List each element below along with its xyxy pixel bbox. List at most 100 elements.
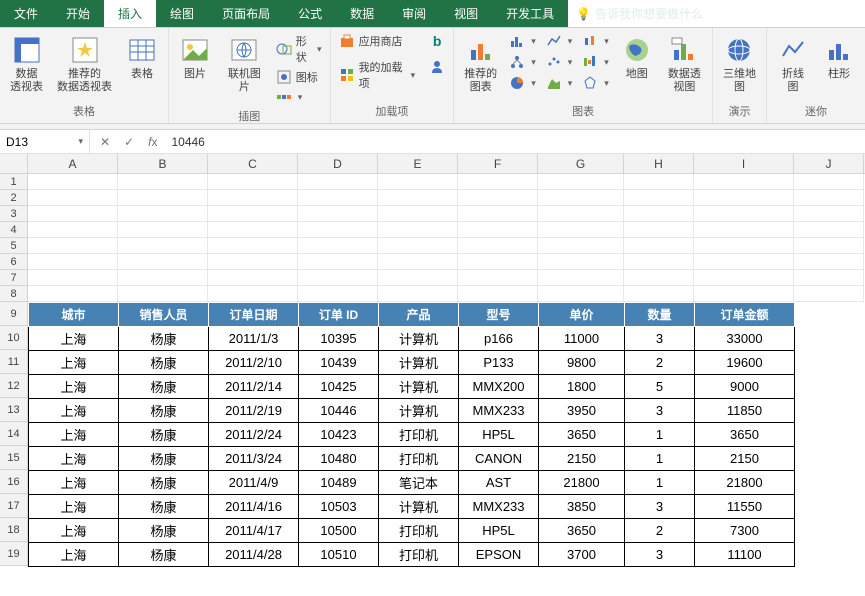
table-row[interactable]: 上海杨康2011/2/1410425计算机MMX200180059000 xyxy=(29,375,795,399)
table-cell[interactable]: 计算机 xyxy=(379,351,459,375)
column-header[interactable]: C xyxy=(208,154,298,173)
tab-home[interactable]: 开始 xyxy=(52,0,104,27)
tab-file[interactable]: 文件 xyxy=(0,0,52,27)
table-row[interactable]: 上海杨康2011/3/2410480打印机CANON215012150 xyxy=(29,447,795,471)
pie-chart-button[interactable]: ▾ xyxy=(507,74,538,92)
tab-insert[interactable]: 插入 xyxy=(104,0,156,27)
table-cell[interactable]: 10500 xyxy=(299,519,379,543)
table-header[interactable]: 型号 xyxy=(459,303,539,327)
table-cell[interactable]: 3950 xyxy=(539,399,625,423)
table-cell[interactable]: 21800 xyxy=(539,471,625,495)
radar-chart-button[interactable]: ▾ xyxy=(580,74,611,92)
table-cell[interactable]: 2 xyxy=(625,519,695,543)
picture-button[interactable]: 图片 xyxy=(175,32,215,83)
table-cell[interactable]: 上海 xyxy=(29,543,119,567)
tab-pagelayout[interactable]: 页面布局 xyxy=(208,0,284,27)
row-header[interactable]: 17 xyxy=(0,494,28,518)
cancel-icon[interactable]: ✕ xyxy=(100,135,110,149)
table-row[interactable]: 上海杨康2011/2/1910446计算机MMX2333950311850 xyxy=(29,399,795,423)
table-cell[interactable]: 10489 xyxy=(299,471,379,495)
table-cell[interactable]: 3 xyxy=(625,327,695,351)
table-cell[interactable]: 9000 xyxy=(695,375,795,399)
table-header[interactable]: 数量 xyxy=(625,303,695,327)
name-box[interactable]: D13 ▾ xyxy=(0,130,90,153)
table-cell[interactable]: 3 xyxy=(625,543,695,567)
column-header[interactable]: A xyxy=(28,154,118,173)
table-cell[interactable]: 10425 xyxy=(299,375,379,399)
shapes-button[interactable]: 形状▾ xyxy=(274,32,324,66)
table-cell[interactable]: 打印机 xyxy=(379,519,459,543)
table-cell[interactable]: 1 xyxy=(625,471,695,495)
table-cell[interactable]: 5 xyxy=(625,375,695,399)
table-row[interactable]: 上海杨康2011/4/1710500打印机HP5L365027300 xyxy=(29,519,795,543)
column-header[interactable]: E xyxy=(378,154,458,173)
scatter-chart-button[interactable]: ▾ xyxy=(544,53,575,71)
table-cell[interactable]: 11100 xyxy=(695,543,795,567)
cells[interactable]: 城市销售人员订单日期订单 ID产品型号单价数量订单金额上海杨康2011/1/31… xyxy=(28,174,864,567)
table-cell[interactable]: AST xyxy=(459,471,539,495)
table-cell[interactable]: MMX233 xyxy=(459,399,539,423)
table-cell[interactable]: 2011/2/10 xyxy=(209,351,299,375)
table-cell[interactable]: 上海 xyxy=(29,351,119,375)
table-header[interactable]: 产品 xyxy=(379,303,459,327)
table-cell[interactable]: 计算机 xyxy=(379,375,459,399)
row-header[interactable]: 18 xyxy=(0,518,28,542)
line-chart-button[interactable]: ▾ xyxy=(544,32,575,50)
table-cell[interactable]: 计算机 xyxy=(379,495,459,519)
table-cell[interactable]: HP5L xyxy=(459,519,539,543)
surface-chart-button[interactable]: ▾ xyxy=(544,74,575,92)
table-row[interactable]: 上海杨康2011/4/910489笔记本AST21800121800 xyxy=(29,471,795,495)
table-row[interactable]: 上海杨康2011/4/1610503计算机MMX2333850311550 xyxy=(29,495,795,519)
table-cell[interactable]: 上海 xyxy=(29,471,119,495)
table-cell[interactable]: 2011/2/24 xyxy=(209,423,299,447)
table-cell[interactable]: 2011/3/24 xyxy=(209,447,299,471)
table-cell[interactable]: 杨康 xyxy=(119,399,209,423)
table-cell[interactable]: 2011/1/3 xyxy=(209,327,299,351)
table-cell[interactable]: 3650 xyxy=(539,423,625,447)
row-header[interactable]: 3 xyxy=(0,206,28,222)
table-cell[interactable]: 2011/4/17 xyxy=(209,519,299,543)
table-cell[interactable]: 10439 xyxy=(299,351,379,375)
sparkline-line-button[interactable]: 折线图 xyxy=(773,32,813,96)
table-cell[interactable]: CANON xyxy=(459,447,539,471)
row-header[interactable]: 8 xyxy=(0,286,28,302)
table-cell[interactable]: P133 xyxy=(459,351,539,375)
table-cell[interactable]: 打印机 xyxy=(379,543,459,567)
table-cell[interactable]: 杨康 xyxy=(119,447,209,471)
table-cell[interactable]: 2011/4/28 xyxy=(209,543,299,567)
row-header[interactable]: 10 xyxy=(0,326,28,350)
3d-map-button[interactable]: 三维地 图 xyxy=(719,32,760,96)
smartart-button[interactable]: ▾ xyxy=(274,88,324,106)
table-cell[interactable]: 杨康 xyxy=(119,375,209,399)
tab-draw[interactable]: 绘图 xyxy=(156,0,208,27)
table-cell[interactable]: 计算机 xyxy=(379,399,459,423)
table-cell[interactable]: 2150 xyxy=(695,447,795,471)
row-header[interactable]: 9 xyxy=(0,302,28,326)
table-cell[interactable]: 杨康 xyxy=(119,543,209,567)
tab-formulas[interactable]: 公式 xyxy=(284,0,336,27)
table-cell[interactable]: 上海 xyxy=(29,375,119,399)
pivot-chart-button[interactable]: 数据透视图 xyxy=(663,32,706,96)
icons-button[interactable]: 图标 xyxy=(274,68,324,86)
table-cell[interactable]: 19600 xyxy=(695,351,795,375)
stock-chart-button[interactable]: ▾ xyxy=(580,32,611,50)
table-cell[interactable]: 1800 xyxy=(539,375,625,399)
column-header[interactable]: H xyxy=(624,154,694,173)
table-cell[interactable]: 2011/2/14 xyxy=(209,375,299,399)
row-header[interactable]: 11 xyxy=(0,350,28,374)
online-picture-button[interactable]: 联机图片 xyxy=(221,32,268,96)
my-addins-button[interactable]: 我的加载项▾ xyxy=(337,58,418,92)
table-cell[interactable]: 2150 xyxy=(539,447,625,471)
tab-review[interactable]: 审阅 xyxy=(388,0,440,27)
store-button[interactable]: 应用商店 xyxy=(337,32,418,50)
table-cell[interactable]: 3700 xyxy=(539,543,625,567)
table-cell[interactable]: p166 xyxy=(459,327,539,351)
table-cell[interactable]: 杨康 xyxy=(119,351,209,375)
bing-button[interactable]: b xyxy=(427,32,447,50)
tell-me[interactable]: 💡 告诉我你想要做什么 xyxy=(568,0,711,27)
column-header[interactable]: I xyxy=(694,154,794,173)
column-header[interactable]: D xyxy=(298,154,378,173)
table-cell[interactable]: 杨康 xyxy=(119,423,209,447)
formula-value[interactable]: 10446 xyxy=(171,135,204,149)
table-header[interactable]: 订单 ID xyxy=(299,303,379,327)
